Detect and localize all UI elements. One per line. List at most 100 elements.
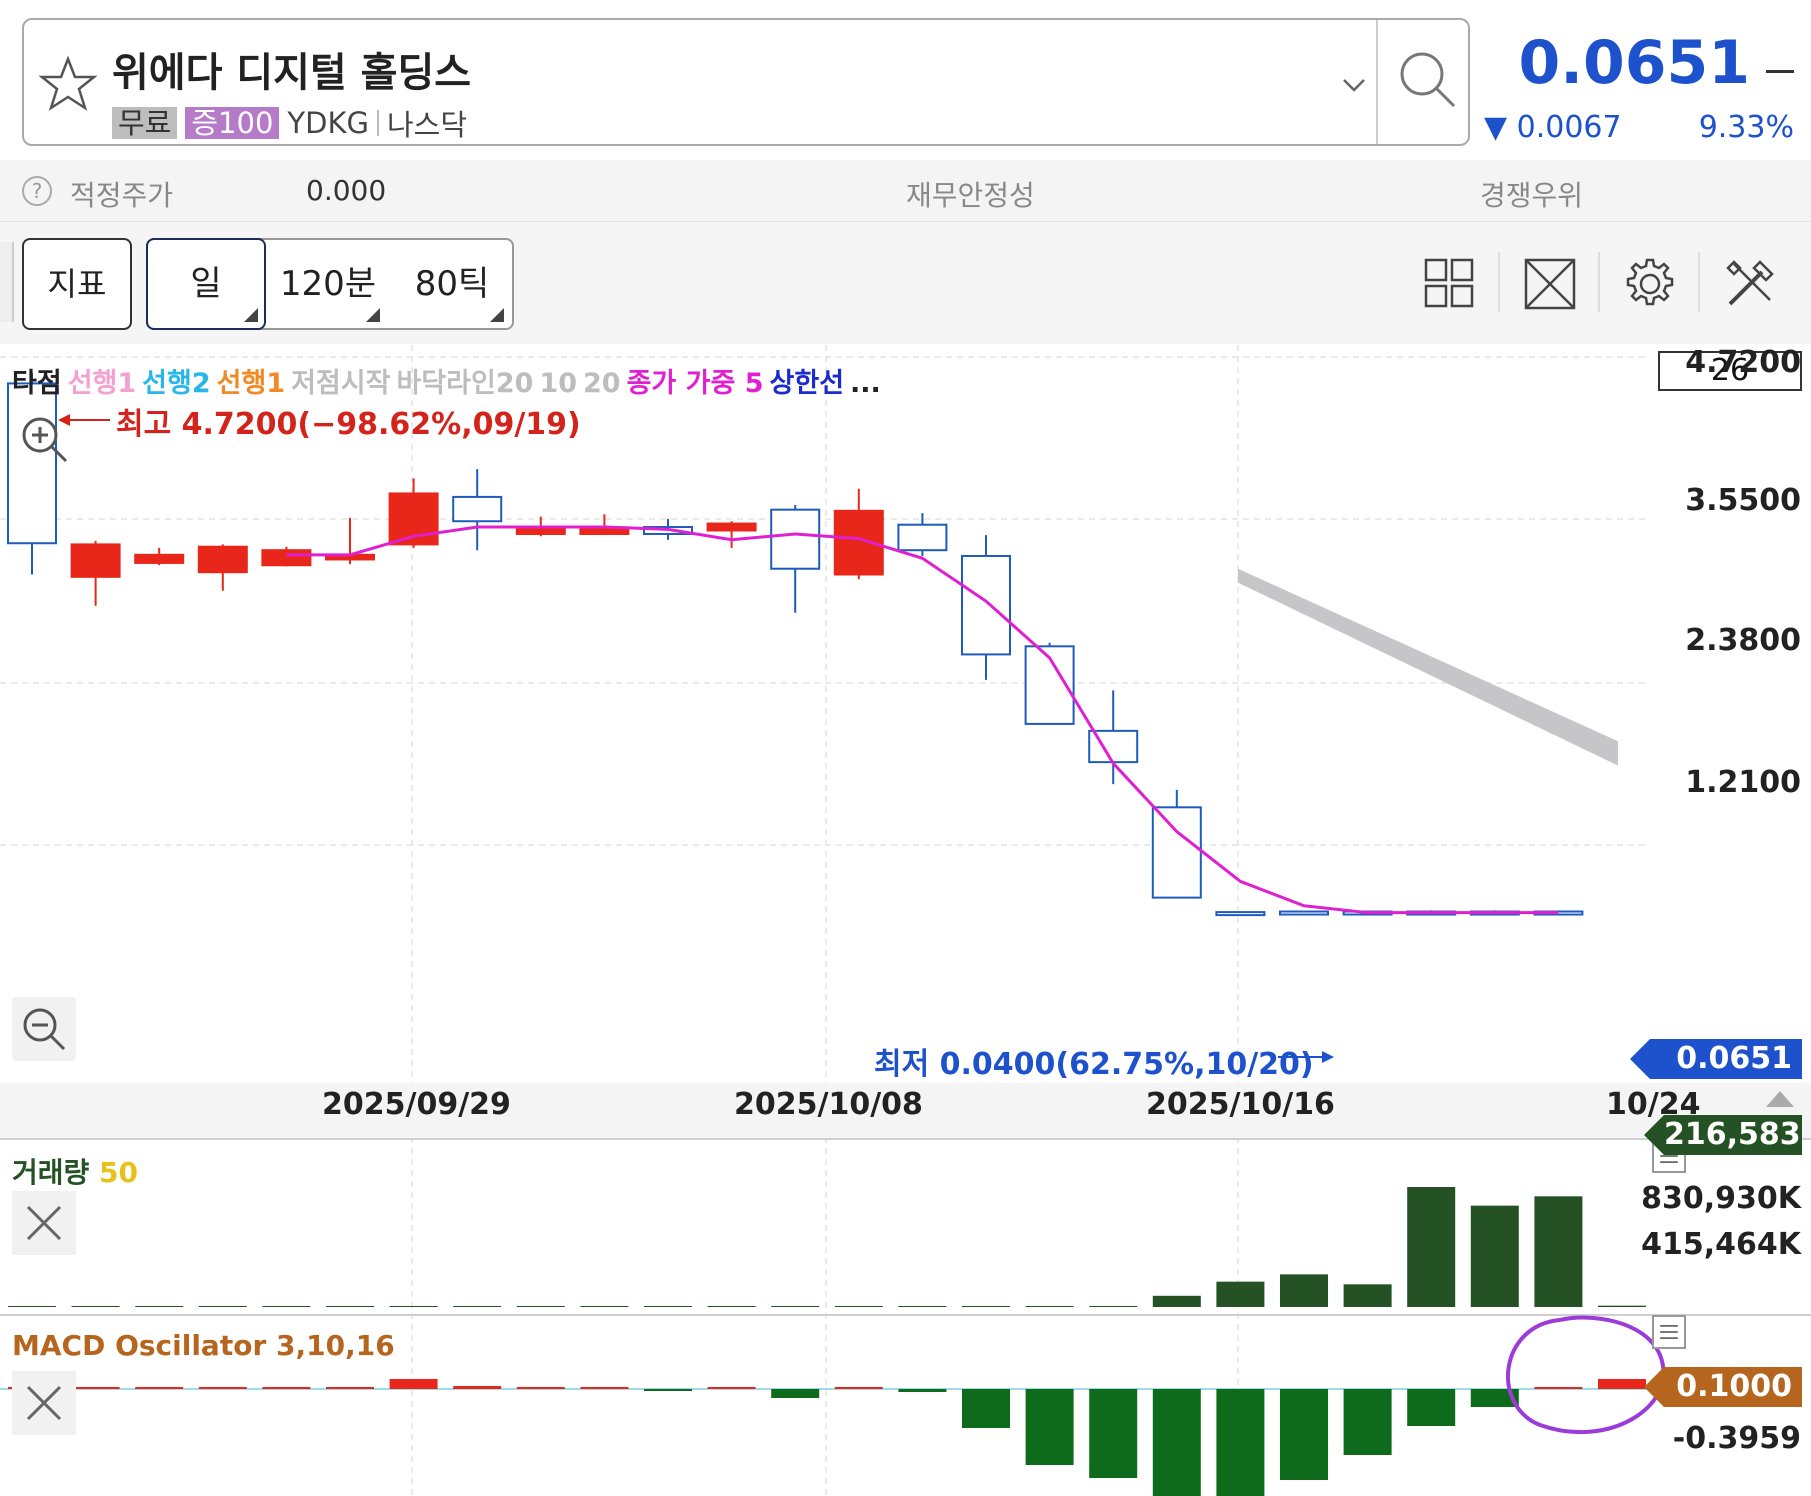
y-tick: 2.3800 (1685, 623, 1801, 658)
stock-tags: 무료 증100 YDKG 나스닥 (112, 102, 467, 144)
financial-stability-label[interactable]: 재무안정성 (906, 174, 1035, 214)
volume-title: 거래량 (12, 1156, 90, 1189)
period-day-label: 일 (190, 264, 222, 304)
chart-canvas[interactable] (0, 345, 1811, 1496)
toolbar-separator (1698, 252, 1700, 312)
tag-separator (376, 110, 379, 136)
indicator-legend[interactable]: 타점 선행1 선행2 선행1 저점시작 바닥라인20 10 20 종가 가중 5 상한선... (12, 361, 887, 400)
legend-item[interactable]: 20 (583, 368, 621, 399)
macd-bar (707, 1387, 756, 1389)
period-day-button[interactable]: 일 (146, 238, 266, 330)
volume-period: 50 (99, 1156, 138, 1189)
legend-item[interactable]: ... (850, 368, 881, 399)
price-menu-dash[interactable] (1766, 70, 1794, 73)
stock-selector[interactable]: 위에다 디지털 홀딩스 무료 증100 YDKG 나스닥 (22, 18, 1470, 146)
legend-item[interactable]: 선행1 (217, 368, 285, 399)
macd-menu-icon[interactable] (1652, 1315, 1686, 1349)
zoom-out-icon[interactable] (12, 997, 76, 1061)
price-change: ▼ 0.0067 (1484, 110, 1622, 145)
settings-gear-icon[interactable] (1620, 254, 1680, 314)
volume-last-tag: 216,583 (1644, 1115, 1802, 1155)
legend-item[interactable]: 바닥라인20 (396, 368, 533, 399)
volume-panel-title: 거래량 50 (12, 1151, 138, 1191)
period-80tick-corner (490, 308, 504, 322)
x-tick: 2025/10/16 (1146, 1087, 1335, 1122)
help-icon[interactable]: ? (22, 176, 52, 206)
x-tick: 2025/10/08 (734, 1087, 923, 1122)
chevron-down-icon[interactable] (1334, 70, 1374, 100)
layout-grid-icon[interactable] (1420, 254, 1480, 314)
volume-bar (326, 1306, 374, 1307)
macd-bar (644, 1389, 692, 1391)
candle-body (1151, 806, 1202, 899)
market-name: 나스닥 (386, 108, 468, 142)
macd-y-tick: -0.3959 (1672, 1421, 1801, 1456)
macd-bar (453, 1386, 502, 1389)
macd-bar (389, 1379, 438, 1389)
macd-close-icon[interactable] (12, 1371, 76, 1435)
candle-body (706, 522, 757, 532)
candle-body (1279, 910, 1329, 916)
period-80tick-button[interactable]: 80틱 (394, 240, 510, 328)
legend-item[interactable]: 저점시작 (291, 368, 390, 399)
fair-price-value: 0.000 (306, 174, 387, 207)
macd-bar (326, 1387, 374, 1389)
macd-bar (71, 1387, 120, 1389)
competitive-advantage-label[interactable]: 경쟁우위 (1480, 174, 1583, 214)
low-price-annotation: 최저 0.0400(62.75%,10/20) (874, 1047, 1314, 1082)
fullscreen-icon[interactable] (1520, 254, 1580, 314)
candle-body (515, 527, 566, 535)
zoom-in-icon[interactable] (16, 411, 72, 467)
volume-bar (1598, 1305, 1646, 1307)
stock-name: 위에다 디지털 홀딩스 (112, 50, 472, 96)
period-120min-button[interactable]: 120분 (270, 240, 386, 328)
volume-close-icon[interactable] (12, 1191, 76, 1255)
favorite-star-icon[interactable] (38, 54, 98, 114)
period-120min-label: 120분 (279, 264, 377, 304)
y-tick: 1.2100 (1685, 765, 1801, 800)
margin-badge: 증100 (185, 107, 280, 139)
search-divider (1376, 20, 1378, 144)
fair-price-label: 적정주가 (70, 179, 174, 212)
macd-bar (1152, 1389, 1201, 1496)
drawer-handle[interactable] (0, 242, 14, 322)
macd-bar (198, 1387, 247, 1389)
low-arrow-head (1322, 1051, 1334, 1063)
candlestick-series (7, 373, 1584, 917)
period-120min-corner (366, 308, 380, 322)
volume-bar (644, 1306, 692, 1307)
legend-item[interactable]: 선행2 (142, 368, 210, 399)
candle-body (897, 523, 948, 552)
x-tick: 2025/09/29 (322, 1087, 511, 1122)
volume-bars (8, 1187, 1646, 1307)
search-icon[interactable] (1394, 46, 1464, 116)
volume-bar (262, 1306, 311, 1307)
macd-bar (1598, 1379, 1646, 1389)
volume-bar (516, 1306, 565, 1307)
legend-item[interactable]: 10 (539, 368, 577, 399)
volume-bar (834, 1306, 883, 1307)
macd-bar (1280, 1389, 1328, 1480)
legend-item[interactable]: 타점 (12, 368, 62, 399)
valuation-info-bar: ? 적정주가 0.000 재무안정성 경쟁우위 (0, 160, 1811, 222)
candle-body (452, 495, 503, 523)
weighted-close-polyline (286, 525, 1559, 915)
macd-bar (1025, 1389, 1074, 1465)
macd-bar (962, 1389, 1010, 1428)
chart-toolbar: 지표 일 120분 80틱 (0, 222, 1811, 344)
volume-bar (1407, 1187, 1456, 1307)
toolbar-separator (1598, 252, 1600, 312)
current-price-tag: 0.0651 (1630, 1039, 1802, 1079)
volume-bar (71, 1306, 120, 1307)
legend-item[interactable]: 종가 가중 5 (627, 368, 764, 399)
macd-bar (1343, 1389, 1392, 1455)
indicator-button[interactable]: 지표 (22, 238, 132, 330)
candle-body (70, 543, 121, 578)
macd-bar (1089, 1389, 1138, 1478)
volume-bar (135, 1306, 184, 1307)
legend-item[interactable]: 선행1 (68, 368, 136, 399)
tools-icon[interactable] (1720, 254, 1780, 314)
legend-item[interactable]: 상한선 (770, 368, 845, 399)
candle-body (197, 545, 248, 574)
chart-area[interactable]: 타점 선행1 선행2 선행1 저점시작 바닥라인20 10 20 종가 가중 5 상한선... 2… (0, 345, 1811, 1496)
